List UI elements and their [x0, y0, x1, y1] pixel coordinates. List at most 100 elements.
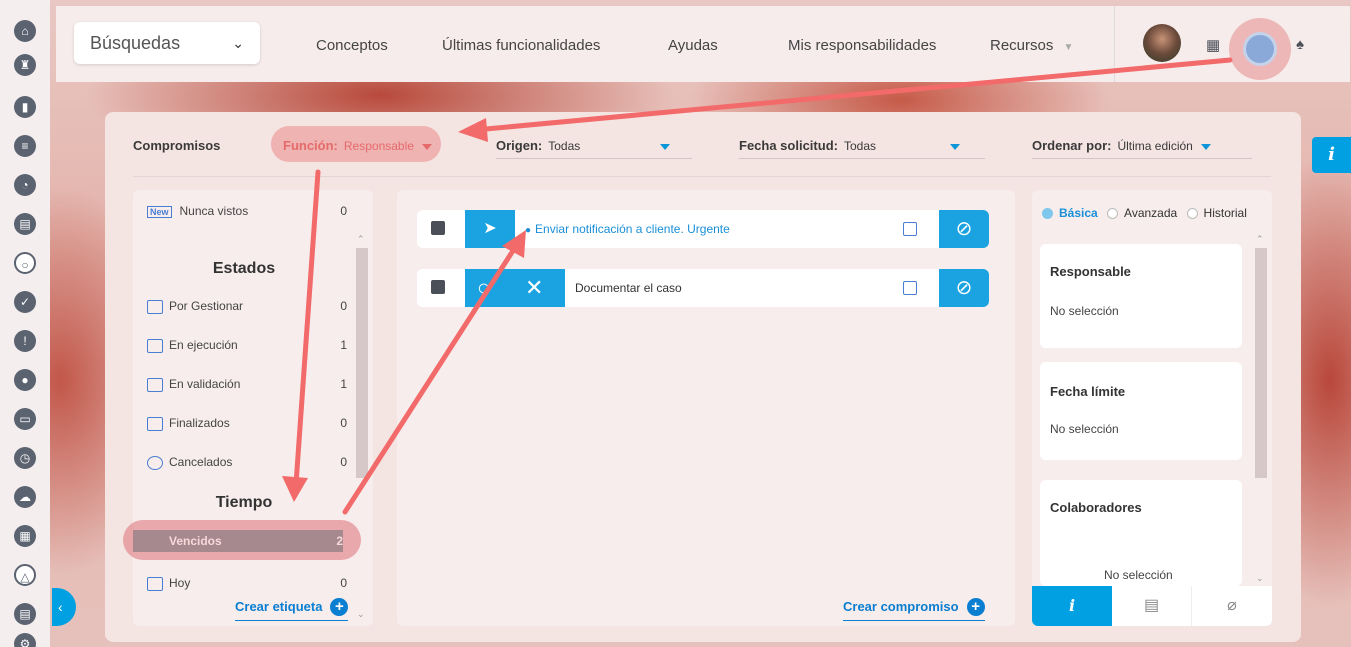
origin-filter-label: Origen:: [496, 138, 543, 153]
nav-ayudas[interactable]: Ayudas: [668, 37, 718, 54]
collapse-rail-button[interactable]: ‹: [52, 588, 76, 626]
bell-icon[interactable]: ♠: [1296, 36, 1304, 53]
cancel-task-button[interactable]: ⊘: [939, 269, 989, 307]
list-item-count: 0: [340, 204, 347, 218]
radio-icon: [1107, 208, 1119, 220]
commitments-panel: Compromisos Función: Responsable Origen: T…: [105, 112, 1301, 642]
card-colaboradores[interactable]: Colaboradores No selección: [1040, 480, 1242, 586]
card-title: Colaboradores: [1050, 500, 1142, 515]
search-document-icon[interactable]: [903, 281, 917, 295]
list-item-en-validacion[interactable]: En validación 1: [147, 377, 347, 397]
origin-filter[interactable]: Origen: Todas: [496, 138, 671, 153]
scroll-up-icon[interactable]: ⌃: [1256, 234, 1264, 245]
order-filter-value: Última edición: [1117, 139, 1193, 153]
cloud-icon[interactable]: ☁: [14, 486, 36, 508]
calendar-icon[interactable]: [431, 280, 445, 294]
calendar-icon[interactable]: ▦: [1206, 36, 1220, 54]
list-item-en-ejecucion[interactable]: En ejecución 1: [147, 338, 347, 358]
document-icon[interactable]: ▤: [14, 213, 36, 235]
search-select[interactable]: Búsquedas ⌄: [74, 22, 260, 64]
list-item-cancelados[interactable]: Cancelados 0: [147, 455, 347, 475]
list-item-count: 0: [340, 576, 347, 590]
date-filter-value: Todas: [843, 139, 876, 153]
reject-icon[interactable]: ✕: [525, 269, 543, 307]
calendar-today-icon: [147, 576, 163, 591]
info-side-button[interactable]: i: [1312, 137, 1351, 173]
list-item-hoy[interactable]: Hoy 0: [147, 576, 347, 596]
radio-historial[interactable]: Historial: [1186, 206, 1247, 220]
card-fecha-limite[interactable]: Fecha límite No selección: [1040, 362, 1242, 460]
scrollbar-thumb[interactable]: [356, 248, 368, 478]
nav-recursos-label: Recursos: [990, 37, 1054, 54]
scroll-down-icon[interactable]: ⌄: [1256, 573, 1264, 584]
nav-mis-responsabilidades[interactable]: Mis responsabilidades: [788, 37, 936, 54]
gear-icon[interactable]: ⚙: [14, 633, 36, 647]
pie-chart-icon[interactable]: ◔: [14, 174, 36, 196]
task-row[interactable]: ○ ✕ Documentar el caso ⊘: [417, 269, 989, 307]
form-icon[interactable]: ▤: [14, 603, 36, 625]
vencidos-selection: [133, 530, 343, 552]
tab-attachments[interactable]: ⌀: [1192, 586, 1272, 626]
check-circle-icon[interactable]: ✓: [14, 291, 36, 313]
toggle-icon[interactable]: ●: [14, 369, 36, 391]
avatar[interactable]: [1143, 24, 1181, 62]
list-item-label: Nunca vistos: [179, 204, 249, 218]
calendar-run-icon[interactable]: [903, 222, 917, 236]
tower-icon[interactable]: ♜: [14, 54, 36, 76]
list-item-por-gestionar[interactable]: Por Gestionar 0: [147, 299, 347, 319]
list-item-finalizados[interactable]: Finalizados 0: [147, 416, 347, 436]
scrollbar[interactable]: ⌃ ⌄: [355, 234, 369, 620]
cycle-icon[interactable]: ○: [14, 252, 36, 274]
create-commitment-text: Crear compromiso: [843, 599, 959, 614]
nav-conceptos[interactable]: Conceptos: [316, 37, 388, 54]
list-item-nunca-vistos[interactable]: New Nunca vistos 0: [147, 204, 347, 224]
card-responsable[interactable]: Responsable No selección: [1040, 244, 1242, 348]
scroll-up-icon[interactable]: ⌃: [357, 234, 365, 245]
order-filter[interactable]: Ordenar por: Última edición: [1032, 138, 1211, 153]
home-icon[interactable]: ⌂: [14, 20, 36, 42]
tab-info[interactable]: i: [1032, 586, 1112, 626]
nav-recursos[interactable]: Recursos ▼: [990, 37, 1073, 54]
list-item-label: En ejecución: [169, 338, 238, 352]
panel-title: Compromisos: [133, 138, 221, 153]
radio-label: Avanzada: [1124, 206, 1178, 220]
list-icon[interactable]: ≡: [14, 135, 36, 157]
clock-icon[interactable]: ◷: [14, 447, 36, 469]
list-item-count: 1: [340, 338, 347, 352]
scrollbar[interactable]: ⌃ ⌄: [1254, 234, 1268, 584]
scroll-down-icon[interactable]: ⌄: [357, 609, 365, 620]
calendar-icon[interactable]: [431, 221, 445, 235]
presentation-icon[interactable]: ▭: [14, 408, 36, 430]
create-commitment-button[interactable]: Crear compromiso +: [843, 598, 985, 621]
radio-basica[interactable]: Básica: [1042, 206, 1098, 220]
task-title[interactable]: ● Enviar notificación a cliente. Urgente: [525, 222, 730, 236]
calendar-icon[interactable]: ▦: [14, 525, 36, 547]
task-list: ➤ ● Enviar notificación a cliente. Urgent…: [397, 190, 1015, 626]
function-filter[interactable]: Función: Responsable: [283, 138, 432, 153]
create-label-button[interactable]: Crear etiqueta +: [235, 598, 349, 621]
scrollbar-thumb[interactable]: [1255, 248, 1267, 478]
chevron-down-icon: ⌄: [232, 35, 244, 51]
origin-filter-value: Todas: [548, 139, 581, 153]
tab-comments[interactable]: ▤: [1112, 586, 1192, 626]
date-filter[interactable]: Fecha solicitud: Todas: [739, 138, 960, 153]
task-row[interactable]: ➤ ● Enviar notificación a cliente. Urgent…: [417, 210, 989, 248]
accept-icon[interactable]: ○: [477, 269, 490, 307]
cancel-task-button[interactable]: ⊘: [939, 210, 989, 248]
list-item-vencidos[interactable]: Vencidos 2: [123, 520, 361, 560]
send-icon[interactable]: ➤: [465, 210, 515, 248]
network-icon[interactable]: △: [14, 564, 36, 586]
radio-icon: [1186, 208, 1198, 220]
radio-label: Historial: [1203, 206, 1247, 220]
task-title[interactable]: Documentar el caso: [575, 281, 682, 295]
warning-icon[interactable]: !: [14, 330, 36, 352]
radio-avanzada[interactable]: Avanzada: [1107, 206, 1177, 220]
radio-selected-icon: [1042, 208, 1053, 220]
nav-ultimas-funcionalidades[interactable]: Últimas funcionalidades: [442, 37, 600, 54]
search-select-label: Búsquedas: [90, 33, 181, 53]
commitments-icon[interactable]: [1243, 32, 1277, 66]
list-item-count: 0: [340, 416, 347, 430]
bar-chart-icon[interactable]: ▮: [14, 96, 36, 118]
caret-down-icon: [1200, 143, 1211, 150]
caret-down-icon: [950, 143, 960, 150]
